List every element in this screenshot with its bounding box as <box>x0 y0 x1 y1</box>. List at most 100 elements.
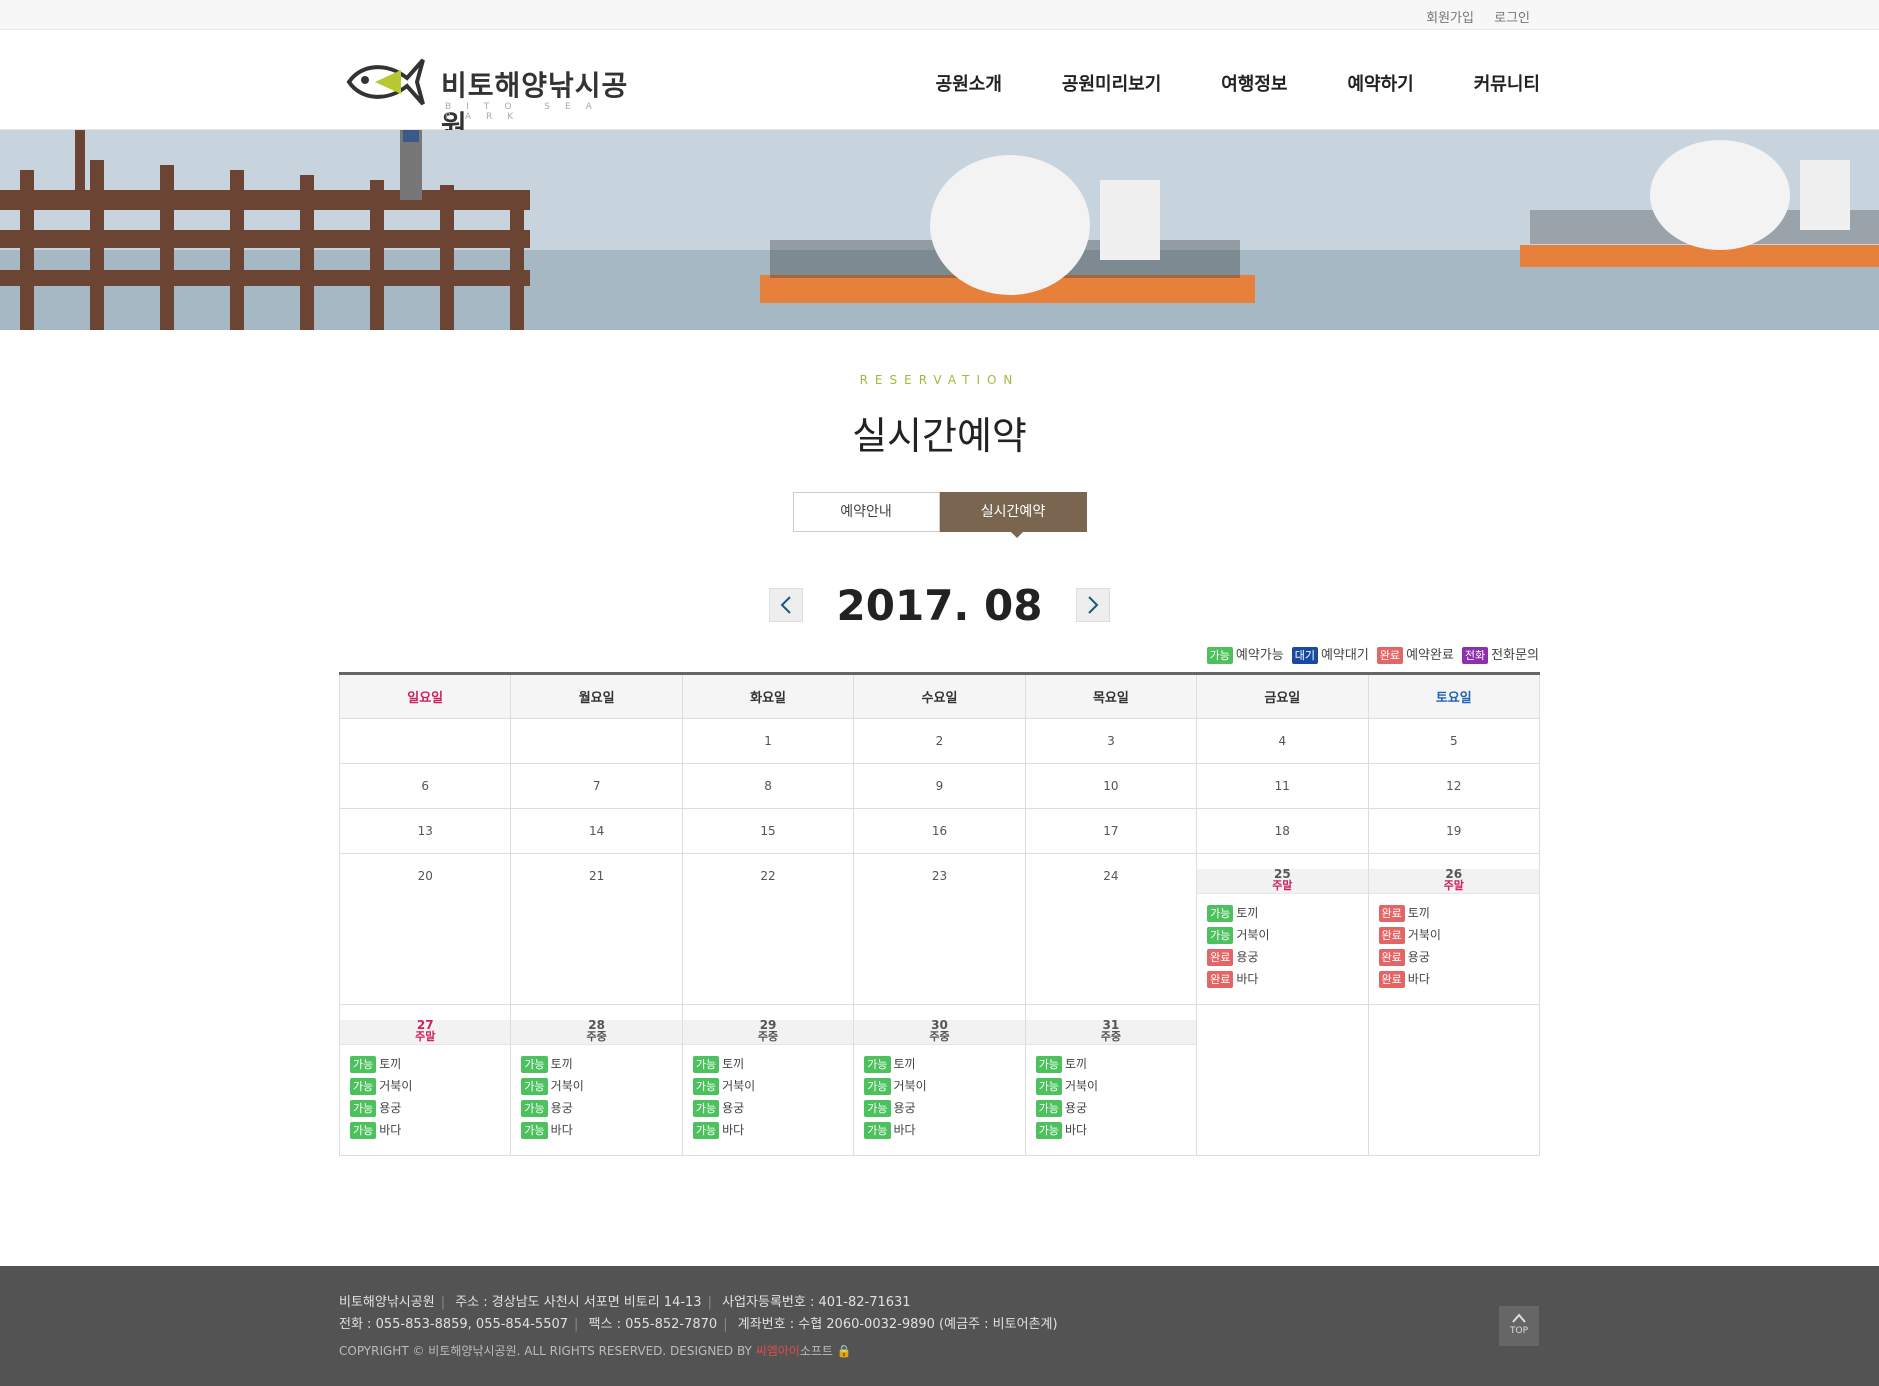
current-month: 2017. 08 <box>836 580 1043 630</box>
main-nav: 공원소개 공원미리보기 여행정보 예약하기 커뮤니티 <box>876 70 1540 96</box>
room-availability[interactable]: 완료 용궁 <box>1378 948 1539 970</box>
site-logo[interactable]: 비토해양낚시공원 BITO SEA PARK <box>345 52 645 142</box>
calendar-day-cell: 23 <box>853 853 1026 1005</box>
room-name: 바다 <box>1407 972 1430 986</box>
calendar-day-cell: 6 <box>338 763 512 809</box>
day-type: 주말 <box>1272 879 1293 892</box>
reservation-calendar: 일요일 월요일 화요일 수요일 목요일 금요일 토요일 1 2 3 4 5 6 7 8 9 10 11 12 13 14… <box>338 672 1541 1156</box>
nav-park-preview[interactable]: 공원미리보기 <box>1062 70 1161 96</box>
room-name: 거북이 <box>379 1079 413 1093</box>
legend-label: 전화문의 <box>1491 648 1539 663</box>
room-availability[interactable]: 완료 토끼 <box>1378 904 1539 926</box>
tab-realtime-reservation[interactable]: 실시간예약 <box>939 492 1087 532</box>
day-header: 29 주중 <box>682 1019 854 1045</box>
room-name: 토끼 <box>1064 1057 1088 1071</box>
room-name: 용궁 <box>1236 950 1259 964</box>
day-type: 주중 <box>586 1030 607 1043</box>
room-availability[interactable]: 가능 거북이 <box>521 1077 681 1099</box>
room-name: 용궁 <box>1064 1101 1088 1115</box>
room-availability[interactable]: 완료 바다 <box>1378 970 1539 992</box>
scroll-top-button[interactable]: TOP <box>1499 1306 1539 1346</box>
day-header: 30 주중 <box>854 1019 1025 1045</box>
nav-community[interactable]: 커뮤니티 <box>1474 70 1540 96</box>
calendar-week-row: 6 7 8 9 10 11 12 <box>338 763 1541 809</box>
day-number: 13 <box>417 824 433 838</box>
room-availability[interactable]: 가능 바다 <box>521 1121 681 1143</box>
calendar-day-cell: 27 주말 가능 토끼 가능 거북이 가능 용궁 가능 바다 <box>338 1004 512 1156</box>
room-availability[interactable]: 가능 바다 <box>350 1121 510 1143</box>
room-availability[interactable]: 가능 거북이 <box>350 1077 510 1099</box>
reservation-section: RESERVATION 실시간예약 예약안내 실시간예약 2017. 08 가능… <box>0 373 1879 1156</box>
room-name: 용궁 <box>722 1101 745 1115</box>
room-name: 바다 <box>893 1123 916 1137</box>
room-availability[interactable]: 가능 용궁 <box>521 1099 681 1121</box>
room-availability[interactable]: 가능 바다 <box>1035 1121 1196 1143</box>
top-utility-bar: 회원가입 로그인 <box>0 0 1879 30</box>
room-availability[interactable]: 완료 거북이 <box>1378 926 1539 948</box>
tab-reservation-guide[interactable]: 예약안내 <box>792 492 940 532</box>
status-badge: 가능 <box>864 1100 891 1117</box>
room-name: 용궁 <box>550 1101 573 1115</box>
room-availability[interactable]: 가능 용궁 <box>1035 1099 1196 1121</box>
legend-label: 예약완료 <box>1406 648 1454 663</box>
join-link[interactable]: 회원가입 <box>1426 11 1474 26</box>
legend-badge: 전화 <box>1461 647 1489 664</box>
status-badge: 가능 <box>864 1078 891 1095</box>
room-name: 거북이 <box>550 1079 584 1093</box>
section-eyebrow: RESERVATION <box>859 373 1020 387</box>
day-header: 31 주중 <box>1025 1019 1197 1045</box>
room-availability[interactable]: 가능 토끼 <box>521 1055 681 1077</box>
room-availability[interactable]: 완료 바다 <box>1207 970 1367 992</box>
room-name: 토끼 <box>893 1057 916 1071</box>
calendar-week-row: 1 2 3 4 5 <box>338 718 1541 764</box>
calendar-day-cell: 31 주중 가능 토끼 가능 거북이 가능 용궁 가능 바다 <box>1024 1004 1198 1156</box>
room-availability[interactable]: 가능 토끼 <box>350 1055 510 1077</box>
room-availability[interactable]: 가능 거북이 <box>1207 926 1367 948</box>
calendar-week-row: 13 14 15 16 17 18 19 <box>338 808 1541 854</box>
top-label: TOP <box>1509 1326 1528 1336</box>
weekday-header: 일요일 <box>338 673 512 719</box>
day-number: 16 <box>931 824 948 838</box>
room-name: 바다 <box>1064 1123 1088 1137</box>
legend-badge: 완료 <box>1376 647 1404 664</box>
room-availability[interactable]: 가능 토끼 <box>864 1055 1024 1077</box>
room-availability[interactable]: 가능 바다 <box>864 1121 1024 1143</box>
day-header: 26 주말 <box>1368 868 1539 894</box>
nav-park-intro[interactable]: 공원소개 <box>936 70 1002 96</box>
nav-travel-info[interactable]: 여행정보 <box>1221 70 1287 96</box>
room-name: 토끼 <box>550 1057 573 1071</box>
day-number: 22 <box>760 869 776 883</box>
nav-reservation[interactable]: 예약하기 <box>1348 70 1414 96</box>
next-month-button[interactable] <box>1076 588 1111 622</box>
login-link[interactable]: 로그인 <box>1494 11 1530 26</box>
footer-biz-number: 사업자등록번호 : 401-82-71631 <box>722 1295 911 1310</box>
room-availability[interactable]: 가능 토끼 <box>692 1055 853 1077</box>
room-availability[interactable]: 가능 용궁 <box>864 1099 1024 1121</box>
room-name: 거북이 <box>722 1079 756 1093</box>
status-badge: 가능 <box>1035 1100 1062 1117</box>
copyright-text: COPYRIGHT © 비토해양낚시공원. ALL RIGHTS RESERVE… <box>339 1344 756 1358</box>
calendar-empty-cell <box>1196 1004 1369 1156</box>
calendar-day-cell: 11 <box>1196 763 1369 809</box>
status-badge: 가능 <box>350 1056 377 1073</box>
room-availability[interactable]: 가능 거북이 <box>1035 1077 1196 1099</box>
day-header: 27 주말 <box>340 1019 511 1045</box>
designer-name-red[interactable]: 씨엠아이 <box>756 1344 800 1358</box>
legend-item: 전화 전화문의 <box>1461 647 1539 664</box>
room-availability[interactable]: 가능 거북이 <box>692 1077 853 1099</box>
room-availability[interactable]: 가능 거북이 <box>864 1077 1024 1099</box>
room-availability[interactable]: 가능 용궁 <box>692 1099 853 1121</box>
calendar-day-cell: 4 <box>1196 718 1369 764</box>
designer-name[interactable]: 소프트 <box>800 1344 833 1358</box>
room-availability[interactable]: 가능 토끼 <box>1207 904 1367 926</box>
status-badge: 가능 <box>350 1078 377 1095</box>
prev-month-button[interactable] <box>768 588 803 622</box>
day-number: 3 <box>1107 734 1115 748</box>
calendar-day-cell: 15 <box>681 808 855 854</box>
status-badge: 가능 <box>1035 1056 1062 1073</box>
room-availability[interactable]: 가능 토끼 <box>1035 1055 1196 1077</box>
room-availability[interactable]: 가능 용궁 <box>350 1099 510 1121</box>
room-availability[interactable]: 완료 용궁 <box>1207 948 1367 970</box>
room-availability[interactable]: 가능 바다 <box>692 1121 853 1143</box>
reservation-tabs: 예약안내 실시간예약 <box>792 492 1087 532</box>
